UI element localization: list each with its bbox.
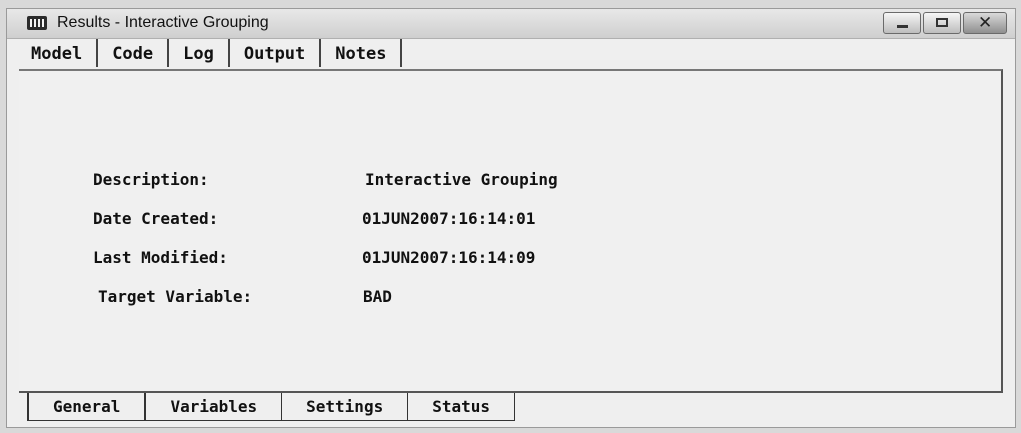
description-value: Interactive Grouping xyxy=(365,170,558,189)
tab-status[interactable]: Status xyxy=(407,393,515,421)
results-window: Results - Interactive Grouping ✕ Model C… xyxy=(6,8,1016,428)
tab-settings[interactable]: Settings xyxy=(281,393,409,421)
close-icon: ✕ xyxy=(978,13,993,33)
title-bar[interactable]: Results - Interactive Grouping ✕ xyxy=(7,9,1015,39)
bottom-tab-bar: General Variables Settings Status xyxy=(27,393,515,421)
results-window-icon[interactable] xyxy=(27,16,47,30)
maximize-button[interactable] xyxy=(923,12,961,34)
close-button[interactable]: ✕ xyxy=(963,12,1007,34)
tab-code[interactable]: Code xyxy=(98,39,170,67)
description-label: Description: xyxy=(93,170,209,189)
window-title: Results - Interactive Grouping xyxy=(57,14,269,31)
minimize-button[interactable] xyxy=(883,12,921,34)
window-controls: ✕ xyxy=(881,12,1007,34)
date-created-label: Date Created: xyxy=(93,209,219,228)
top-tab-bar: Model Code Log Output Notes xyxy=(17,39,403,69)
minimize-icon xyxy=(897,25,908,28)
tab-model[interactable]: Model xyxy=(17,39,99,67)
maximize-icon xyxy=(936,18,948,27)
tab-general[interactable]: General xyxy=(27,393,147,421)
tab-log[interactable]: Log xyxy=(169,39,230,67)
tab-output[interactable]: Output xyxy=(229,39,322,67)
tab-notes[interactable]: Notes xyxy=(321,39,403,67)
last-modified-value: 01JUN2007:16:14:09 xyxy=(362,248,536,267)
model-panel xyxy=(19,69,1003,393)
tab-variables[interactable]: Variables xyxy=(145,393,283,421)
target-variable-value: BAD xyxy=(363,287,392,306)
target-variable-label: Target Variable: xyxy=(98,287,253,306)
last-modified-label: Last Modified: xyxy=(93,248,228,267)
date-created-value: 01JUN2007:16:14:01 xyxy=(362,209,536,228)
